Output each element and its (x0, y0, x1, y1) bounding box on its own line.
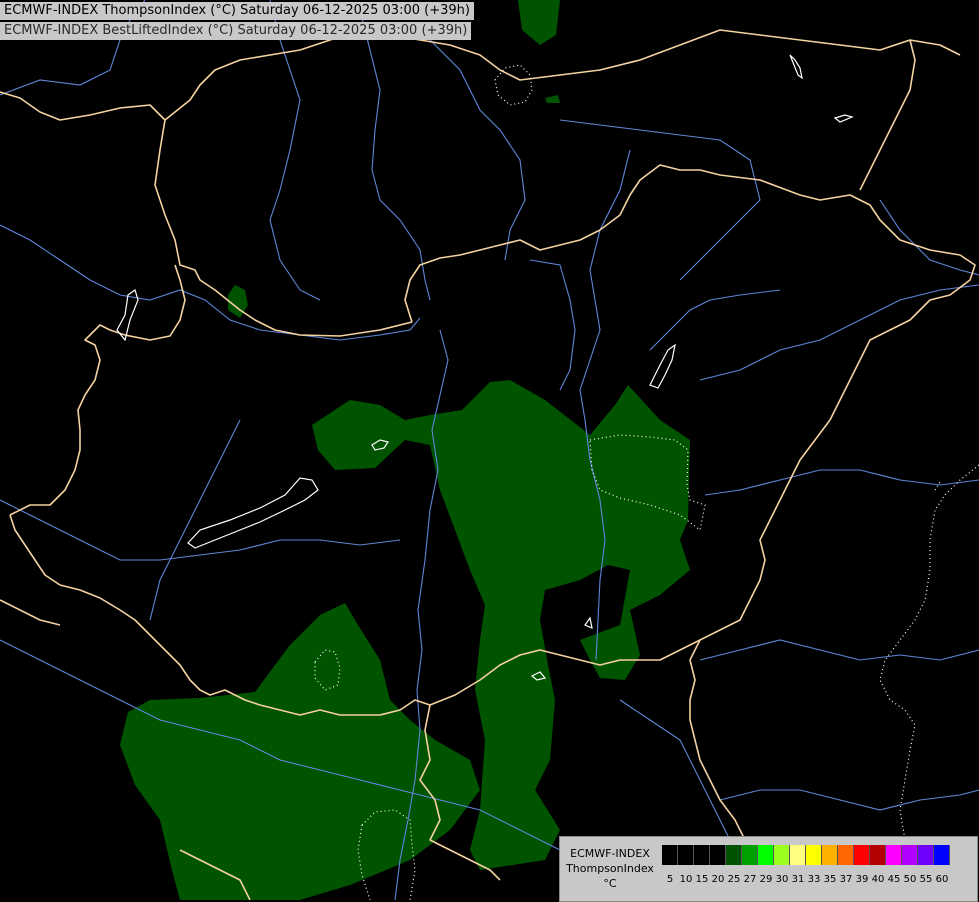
legend-swatch-29 (758, 845, 774, 865)
legend-unit: °C (603, 877, 617, 890)
legend: ECMWF-INDEX ThompsonIndex °C 5 10 15 20 25 27… (559, 836, 978, 902)
legend-parameter: ThompsonIndex (566, 862, 654, 875)
legend-swatch-60 (934, 845, 950, 865)
legend-swatch-10 (678, 845, 694, 865)
legend-swatch-25 (726, 845, 742, 865)
legend-swatch-33 (806, 845, 822, 865)
map-title-primary: ECMWF-INDEX ThompsonIndex (°C) Saturday … (0, 2, 474, 20)
legend-tick-29: 29 (759, 874, 773, 885)
weather-map (0, 0, 979, 900)
legend-tick-25: 25 (727, 874, 741, 885)
legend-swatch-40 (870, 845, 886, 865)
legend-swatch-35 (822, 845, 838, 865)
legend-tick-60: 60 (935, 874, 949, 885)
legend-swatch-45 (886, 845, 902, 865)
legend-swatch-15 (694, 845, 710, 865)
legend-swatch-30 (774, 845, 790, 865)
legend-tick-39: 39 (855, 874, 869, 885)
legend-tick-37: 37 (839, 874, 853, 885)
legend-tick-45: 45 (887, 874, 901, 885)
legend-tick-31: 31 (791, 874, 805, 885)
legend-tick-5: 5 (666, 874, 674, 885)
legend-swatch-31 (790, 845, 806, 865)
legend-swatch-27 (742, 845, 758, 865)
legend-swatch-20 (710, 845, 726, 865)
legend-tick-10: 10 (679, 874, 693, 885)
legend-color-scale (662, 845, 950, 865)
legend-tick-40: 40 (871, 874, 885, 885)
legend-tick-labels: 5 10 15 20 25 27 29 30 31 33 35 37 39 40 45 50 55 60 (662, 873, 950, 887)
legend-tick-30: 30 (775, 874, 789, 885)
legend-model: ECMWF-INDEX (570, 847, 650, 860)
legend-tick-55: 55 (919, 874, 933, 885)
legend-swatch-55 (918, 845, 934, 865)
legend-tick-27: 27 (743, 874, 757, 885)
legend-tick-33: 33 (807, 874, 821, 885)
legend-tick-35: 35 (823, 874, 837, 885)
legend-swatch-37 (838, 845, 854, 865)
legend-tick-20: 20 (711, 874, 725, 885)
legend-swatch-50 (902, 845, 918, 865)
legend-tick-50: 50 (903, 874, 917, 885)
legend-swatch-39 (854, 845, 870, 865)
legend-tick-15: 15 (695, 874, 709, 885)
legend-swatch-5 (662, 845, 678, 865)
map-title-secondary: ECMWF-INDEX BestLiftedIndex (°C) Saturda… (0, 22, 472, 40)
